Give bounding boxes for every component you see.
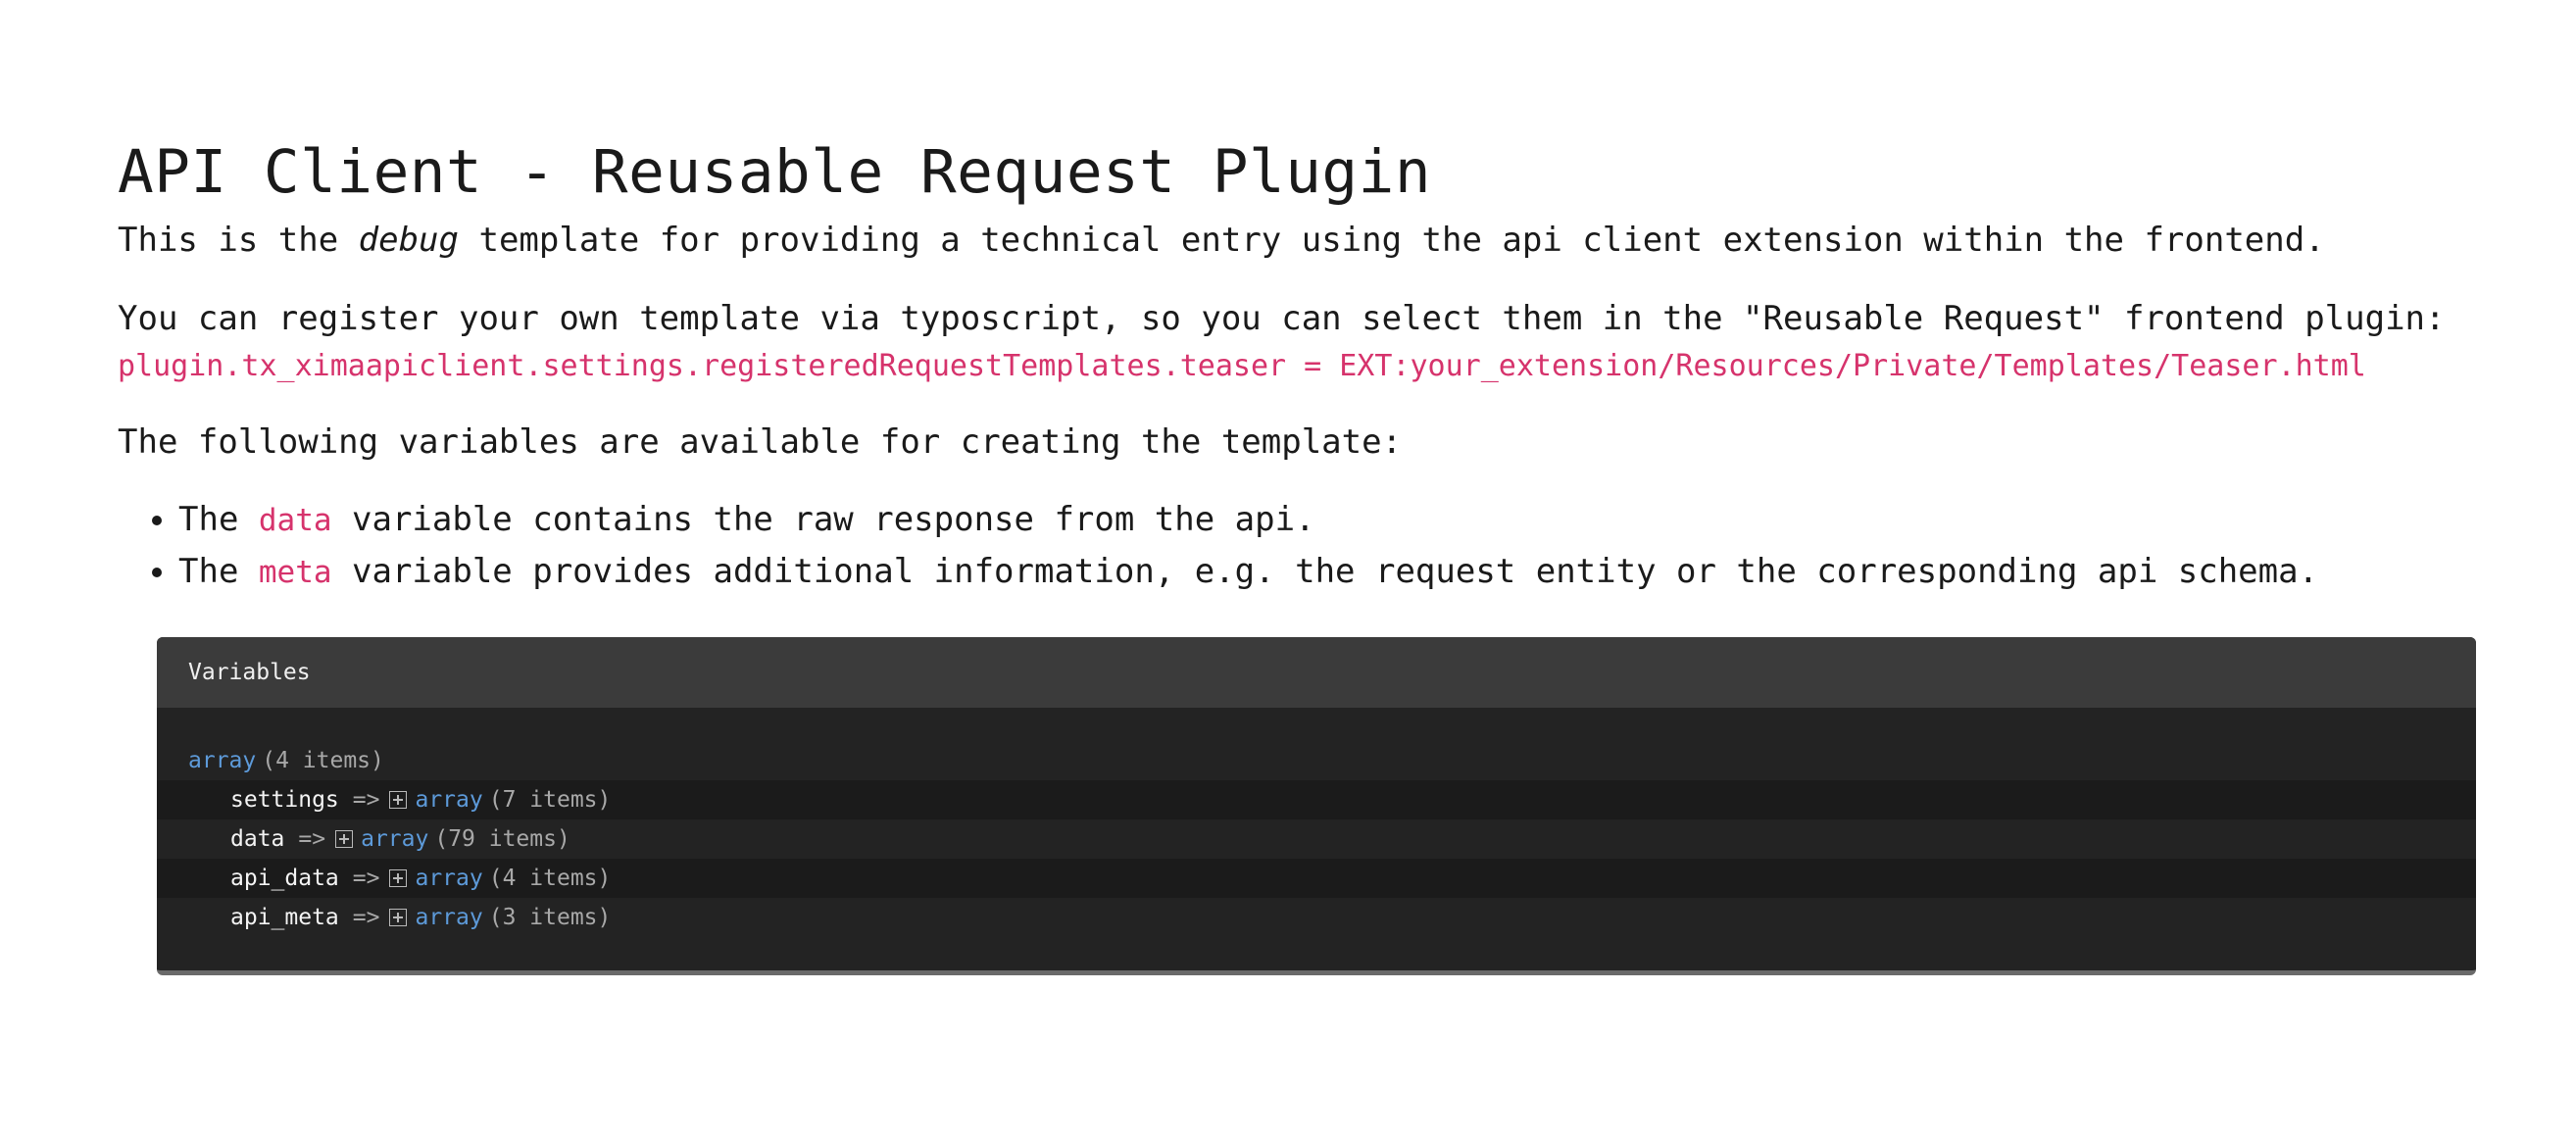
list-item-meta: The meta variable provides additional in…: [178, 546, 2470, 598]
variable-key: data: [230, 826, 285, 852]
inline-code-meta: meta: [258, 555, 332, 590]
root-type: array: [188, 748, 257, 773]
list-item-data: The data variable contains the raw respo…: [178, 494, 2470, 546]
debug-panel-body: array (4 items) settings => array (7 items) …: [157, 708, 2476, 970]
variable-type[interactable]: array: [415, 787, 482, 813]
bullet-text-before: The: [178, 552, 259, 591]
page-title: API Client - Reusable Request Plugin: [118, 137, 1432, 207]
variable-type[interactable]: array: [415, 866, 482, 891]
bullet-text-after: variable contains the raw response from …: [331, 500, 1315, 539]
variable-count: (4 items): [488, 866, 612, 891]
intro-text-after: template for providing a technical entry…: [459, 221, 2325, 260]
expand-plus-icon[interactable]: [389, 909, 408, 926]
bullet-text-after: variable provides additional information…: [331, 552, 2319, 591]
expand-plus-icon[interactable]: [335, 830, 354, 848]
debug-row-api-data[interactable]: api_data => array (4 items): [157, 859, 2476, 898]
page-content: API Client - Reusable Request Plugin Thi…: [118, 137, 2476, 975]
bullet-text-before: The: [178, 500, 259, 539]
variables-intro: The following variables are available fo…: [118, 422, 1403, 462]
variable-count: (79 items): [434, 826, 570, 852]
intro-emphasis: debug: [358, 221, 459, 260]
register-paragraph: You can register your own template via t…: [118, 299, 2446, 338]
variable-type[interactable]: array: [361, 826, 428, 852]
typoscript-code: plugin.tx_ximaapiclient.settings.registe…: [118, 349, 2366, 383]
variable-type[interactable]: array: [415, 905, 482, 930]
root-count: (4 items): [262, 748, 384, 773]
inline-code-data: data: [258, 503, 332, 538]
variables-list: The data variable contains the raw respo…: [118, 494, 2470, 598]
expand-plus-icon[interactable]: [389, 791, 408, 809]
variable-key: api_data: [230, 866, 339, 891]
variable-count: (3 items): [488, 905, 612, 930]
arrow-operator: =>: [352, 905, 380, 930]
debug-row-api-meta[interactable]: api_meta => array (3 items): [157, 898, 2476, 937]
intro-text-before: This is the: [118, 221, 359, 260]
debug-panel-header: Variables: [157, 637, 2476, 708]
debug-root-row: array (4 items): [157, 741, 2476, 780]
arrow-operator: =>: [352, 866, 380, 891]
debug-panel: Variables array (4 items) settings => array…: [157, 637, 2476, 975]
expand-plus-icon[interactable]: [389, 869, 408, 887]
arrow-operator: =>: [352, 787, 380, 813]
variable-count: (7 items): [488, 787, 612, 813]
arrow-operator: =>: [298, 826, 326, 852]
intro-paragraph: This is the debug template for providing…: [118, 218, 2470, 263]
variable-key: settings: [230, 787, 339, 813]
debug-row-data[interactable]: data => array (79 items): [157, 819, 2476, 859]
debug-row-settings[interactable]: settings => array (7 items): [157, 780, 2476, 819]
variable-key: api_meta: [230, 905, 339, 930]
